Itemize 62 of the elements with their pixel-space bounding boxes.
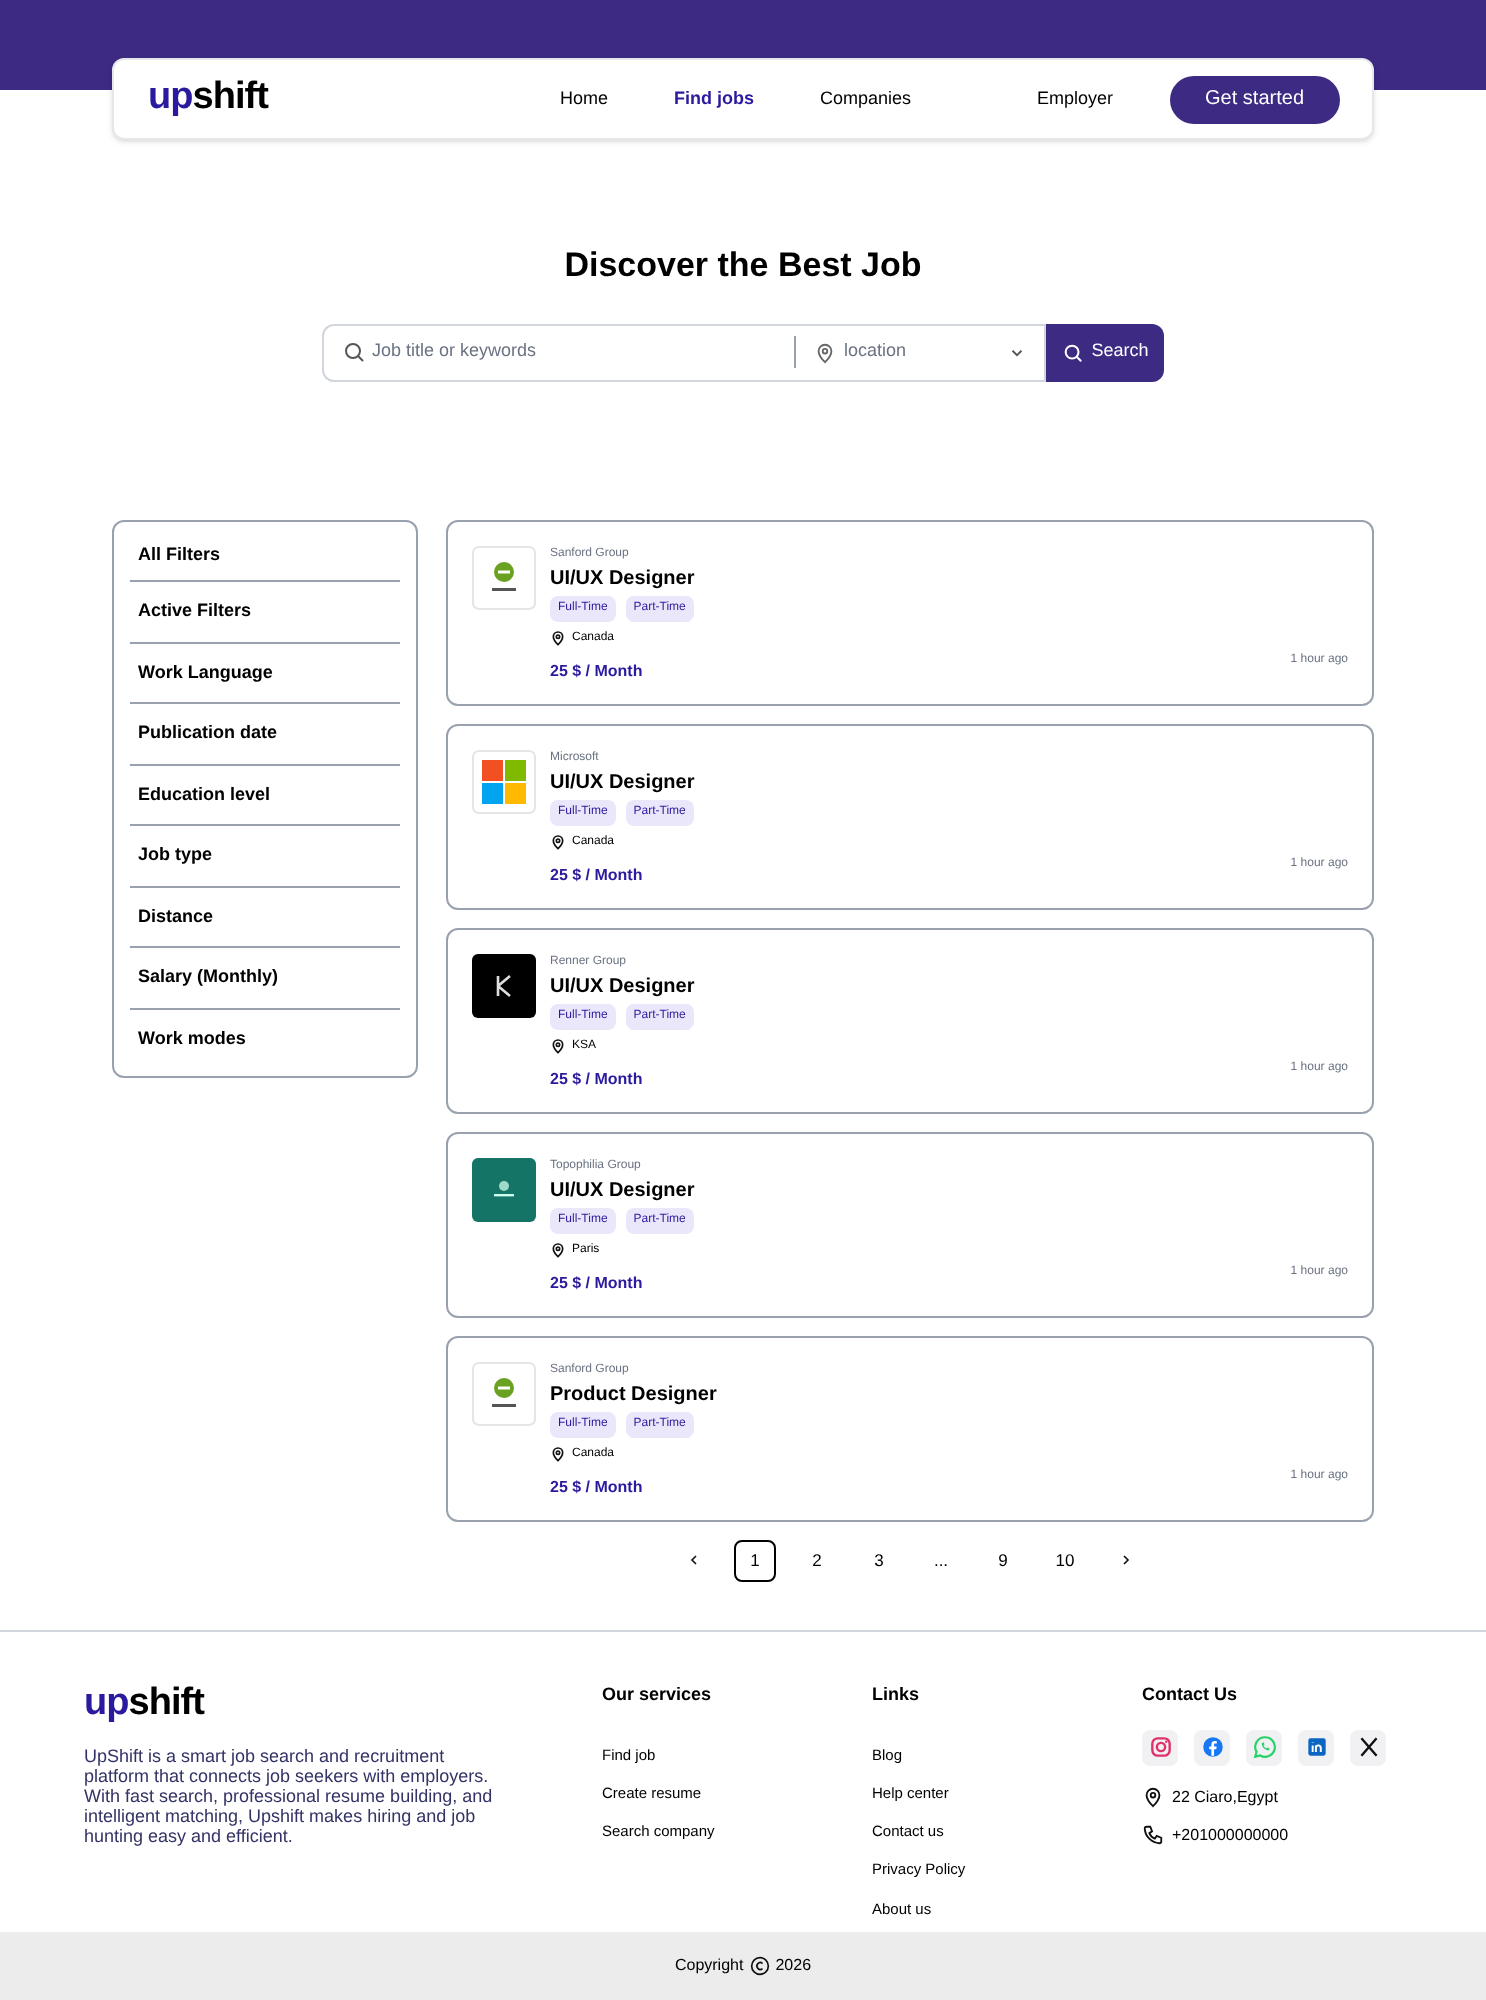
company-logo-icon <box>472 749 536 813</box>
job-title[interactable]: UI/UX Designer <box>550 769 695 795</box>
column-heading: Contact Us <box>1142 1682 1240 1708</box>
location-pin-icon <box>550 630 566 646</box>
chevron-left-icon <box>686 1552 702 1568</box>
page-button[interactable]: ... <box>920 1539 962 1581</box>
salary-text: 25 $ / Month <box>550 1067 645 1091</box>
search-button[interactable]: Search <box>1046 323 1164 381</box>
job-title[interactable]: Product Designer <box>550 1381 717 1407</box>
page-button[interactable]: 9 <box>982 1539 1024 1581</box>
phone-text: +201000000000 <box>1172 1823 1289 1847</box>
year-text: 2026 <box>775 1954 812 1978</box>
location-pin-icon <box>1142 1786 1164 1808</box>
linkedin-icon[interactable] <box>1298 1729 1334 1765</box>
job-title[interactable]: UI/UX Designer <box>550 1177 695 1203</box>
salary-text: 25 $ / Month <box>550 1271 645 1295</box>
location-pin-icon <box>550 1038 566 1054</box>
company-logo-icon <box>472 1361 536 1425</box>
company-logo-icon <box>472 1157 536 1221</box>
location-pin-icon <box>550 834 566 850</box>
salary-text: 25 $ / Month <box>550 659 645 683</box>
phone-icon <box>1142 1824 1164 1846</box>
logo[interactable]: upshift <box>148 70 268 128</box>
footer-logo[interactable]: upshift <box>84 1676 602 1733</box>
column-heading: Our services <box>602 1682 714 1708</box>
location-pin-icon <box>550 1446 566 1462</box>
chevron-right-icon <box>1118 1552 1134 1568</box>
filter-item[interactable]: Distance <box>130 887 400 948</box>
column-heading: Links <box>872 1682 922 1708</box>
nav-link[interactable]: Home <box>559 85 608 113</box>
address-text: 22 Ciaro,Egypt <box>1172 1785 1278 1809</box>
filter-item[interactable]: All Filters <box>130 533 400 582</box>
nav-link[interactable]: Companies <box>819 85 912 113</box>
filter-item[interactable]: Salary (Monthly) <box>130 948 400 1009</box>
salary-text: 25 $ / Month <box>550 1475 645 1499</box>
copyright-text: Copyright <box>674 1954 744 1978</box>
page-button[interactable]: 1 <box>734 1539 776 1581</box>
company-logo-icon <box>472 545 536 609</box>
nav-link[interactable]: Find jobs <box>673 85 754 113</box>
job-title[interactable]: UI/UX Designer <box>550 973 695 999</box>
page-button[interactable]: 2 <box>796 1539 838 1581</box>
facebook-icon[interactable] <box>1194 1729 1230 1765</box>
page-button[interactable]: 10 <box>1044 1539 1086 1581</box>
about-text: UpShift is a smart job search and recruitment platform that connects job seekers with employers. With fast search, professional resume building, and intelligent matching, Upshift makes hiring and job hunting easy and efficient. <box>84 1745 495 1845</box>
company-logo-icon <box>472 953 536 1017</box>
filter-item[interactable]: Work Language <box>130 643 400 704</box>
filter-item[interactable]: Work modes <box>130 1009 400 1068</box>
nav-link[interactable]: Employer <box>1037 85 1114 113</box>
get-started-button[interactable]: Get started <box>1169 75 1340 123</box>
page-button[interactable]: 3 <box>858 1539 900 1581</box>
job-title[interactable]: UI/UX Designer <box>550 565 695 591</box>
salary-text: 25 $ / Month <box>550 863 645 887</box>
filter-item[interactable]: Job type <box>130 826 400 887</box>
instagram-icon[interactable] <box>1142 1729 1178 1765</box>
filter-item[interactable]: Active Filters <box>130 582 400 643</box>
copyright-icon <box>749 1956 770 1976</box>
location-pin-icon <box>550 1242 566 1258</box>
filter-item[interactable]: Publication date <box>130 704 400 765</box>
page-heading: Discover the Best Job <box>562 244 924 288</box>
filter-item[interactable]: Education level <box>130 765 400 826</box>
x-icon[interactable] <box>1350 1729 1386 1765</box>
search-icon <box>1061 341 1084 363</box>
